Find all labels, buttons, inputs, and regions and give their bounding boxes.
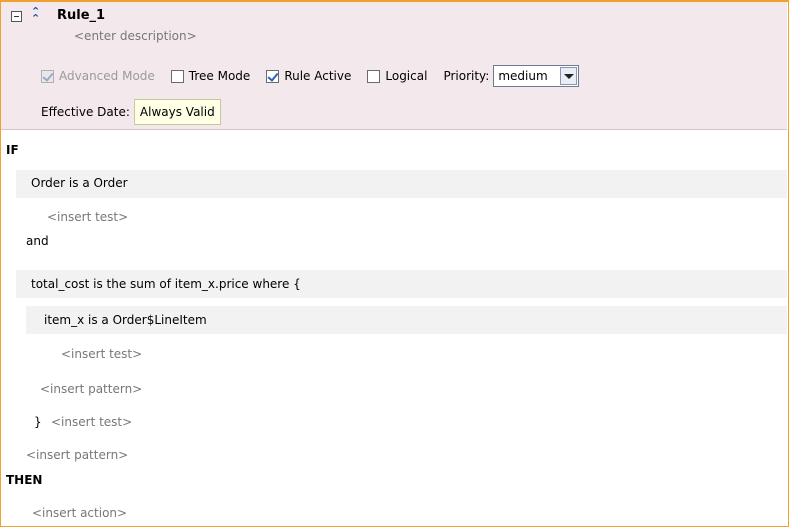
effective-date-value[interactable]: Always Valid (133, 99, 221, 125)
rule-name[interactable]: Rule_1 (57, 8, 105, 23)
logical-checkbox[interactable] (367, 69, 381, 83)
priority-select[interactable]: medium (493, 65, 580, 87)
pattern-row-1[interactable] (16, 170, 787, 198)
tree-mode-label[interactable]: Tree Mode (189, 69, 251, 83)
pattern-text-nested[interactable]: item_x is a Order$LineItem (44, 313, 207, 327)
pattern-text-2[interactable]: total_cost is the sum of item_x.price wh… (31, 277, 301, 291)
rule-description[interactable]: <enter description> (74, 29, 197, 43)
insert-pattern-link[interactable]: <insert pattern> (40, 382, 142, 396)
dropdown-arrow-icon[interactable] (560, 67, 578, 85)
advanced-mode-label: Advanced Mode (59, 69, 155, 83)
logical-option[interactable]: Logical (367, 69, 427, 83)
rule-active-checkbox[interactable] (266, 69, 280, 83)
collapse-toggle-icon[interactable] (11, 11, 22, 22)
rule-active-option[interactable]: Rule Active (266, 69, 351, 83)
advanced-mode-checkbox (41, 69, 54, 83)
pattern-text-1[interactable]: Order is a Order (31, 176, 128, 190)
priority-value[interactable]: medium (494, 69, 560, 83)
insert-test-link[interactable]: <insert test> (61, 347, 142, 361)
effective-date-label: Effective Date: (41, 105, 130, 119)
rule-header: ⌃ ⌃ Rule_1 <enter description> Advanced M… (1, 2, 787, 130)
tree-mode-checkbox[interactable] (170, 69, 184, 83)
rule-active-label[interactable]: Rule Active (284, 69, 351, 83)
close-brace: } (34, 415, 42, 429)
rule-options: Advanced Mode Tree Mode Rule Active Logi… (41, 64, 580, 88)
priority-label: Priority: (443, 69, 490, 83)
and-operator[interactable]: and (26, 234, 49, 248)
tree-mode-option[interactable]: Tree Mode (170, 69, 251, 83)
insert-action-link[interactable]: <insert action> (32, 506, 127, 520)
insert-test-link[interactable]: <insert test> (47, 210, 128, 224)
then-keyword: THEN (6, 473, 43, 487)
insert-test-link[interactable]: <insert test> (51, 415, 132, 429)
double-chevron-up-icon[interactable]: ⌃ ⌃ (31, 6, 43, 24)
insert-pattern-link[interactable]: <insert pattern> (26, 448, 128, 462)
logical-label[interactable]: Logical (385, 69, 427, 83)
advanced-mode-option: Advanced Mode (41, 69, 155, 83)
if-keyword: IF (6, 143, 19, 157)
effective-date-row: Effective Date: Always Valid (41, 98, 221, 126)
